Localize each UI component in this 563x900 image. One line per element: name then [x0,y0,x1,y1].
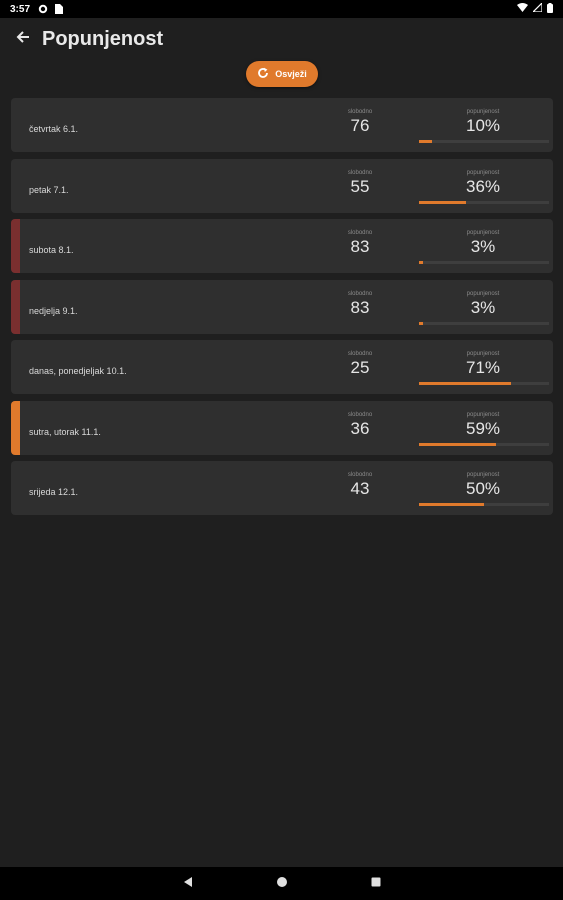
day-card[interactable]: petak 7.1. slobodno 55 popunjenost 36% [11,158,553,213]
occupancy-value: 50% [465,479,501,498]
occupancy-bar [419,321,549,325]
occupancy-caption: popunjenost [466,169,500,176]
nav-back-icon [182,875,194,893]
free-caption: slobodno [347,472,373,478]
day-card[interactable]: nedjelja 9.1. slobodno 83 popunjenost 3% [11,279,553,334]
day-label: četvrtak 6.1. [29,124,79,134]
occupancy-value: 71% [465,358,501,377]
occupancy-bar-fill [419,442,496,446]
occupancy-value: 3% [470,297,496,317]
arrow-left-icon [16,30,30,49]
occupancy-bar-fill [419,382,512,385]
day-label: subota 8.1. [29,245,74,255]
occupancy-bar-fill [419,261,423,264]
battery-icon [547,2,553,16]
free-count: 36 [350,418,370,438]
free-caption: slobodno [347,169,373,176]
day-label: srijeda 12.1. [29,487,79,497]
refresh-button[interactable]: Osvježi [246,61,318,87]
back-button[interactable] [10,26,36,52]
free-count: 76 [350,116,370,135]
occupancy-bar [419,140,549,143]
free-caption: slobodno [347,109,373,115]
free-caption: slobodno [347,351,373,357]
settings-icon [38,4,48,14]
occupancy-caption: popunjenost [466,109,500,115]
day-card[interactable]: srijeda 12.1. slobodno 43 popunjenost 50… [11,461,553,515]
occupancy-value: 10% [465,116,501,135]
refresh-button-label: Osvježi [275,69,307,79]
day-marker [11,219,20,273]
day-marker [11,279,20,334]
occupancy-bar-fill [419,503,484,506]
occupancy-bar [419,442,549,446]
wifi-icon [517,3,528,15]
occupancy-value: 3% [470,237,496,256]
occupancy-value: 59% [465,418,501,438]
day-label: sutra, utorak 11.1. [29,426,101,437]
occupancy-caption: popunjenost [466,230,500,236]
free-caption: slobodno [347,411,373,418]
day-card[interactable]: subota 8.1. slobodno 83 popunjenost 3% [11,219,553,273]
occupancy-bar-fill [419,140,432,143]
day-label: petak 7.1. [29,184,69,195]
nav-back-button[interactable] [180,876,196,892]
page-title: Popunjenost [42,27,164,50]
occupancy-bar-fill [419,200,466,204]
nav-recents-button[interactable] [368,876,384,892]
refresh-icon [257,67,269,81]
occupancy-caption: popunjenost [466,472,500,478]
occupancy-caption: popunjenost [466,290,500,297]
occupancy-caption: popunjenost [466,411,500,418]
occupancy-bar [419,503,549,506]
occupancy-value: 36% [465,176,501,196]
day-label: danas, ponedjeljak 10.1. [29,366,127,376]
free-count: 83 [350,297,370,317]
day-card[interactable]: sutra, utorak 11.1. slobodno 36 popunjen… [11,400,553,455]
occupancy-bar [419,200,549,204]
occupancy-bar-fill [419,321,423,325]
status-bar: 3:57 [0,0,563,18]
app-bar: Popunjenost [0,18,563,60]
day-label: nedjelja 9.1. [29,305,78,316]
nav-recents-icon [370,875,382,893]
free-caption: slobodno [347,230,373,236]
cellular-signal-icon [531,1,543,15]
sim-card-icon [54,4,64,14]
day-card[interactable]: danas, ponedjeljak 10.1. slobodno 25 pop… [11,340,553,394]
day-marker [11,400,20,455]
nav-home-button[interactable] [274,876,290,892]
nav-home-icon [276,875,288,893]
day-card[interactable]: četvrtak 6.1. slobodno 76 popunjenost 10… [11,98,553,152]
occupancy-bar [419,261,549,264]
free-count: 55 [350,176,370,196]
occupancy-list: četvrtak 6.1. slobodno 76 popunjenost 10… [11,98,553,522]
free-count: 25 [350,358,370,377]
free-caption: slobodno [347,290,373,297]
occupancy-caption: popunjenost [466,351,500,357]
occupancy-bar [419,382,549,385]
status-time: 3:57 [10,3,31,15]
system-nav-bar [0,867,563,900]
free-count: 43 [350,479,370,498]
free-count: 83 [350,237,370,256]
